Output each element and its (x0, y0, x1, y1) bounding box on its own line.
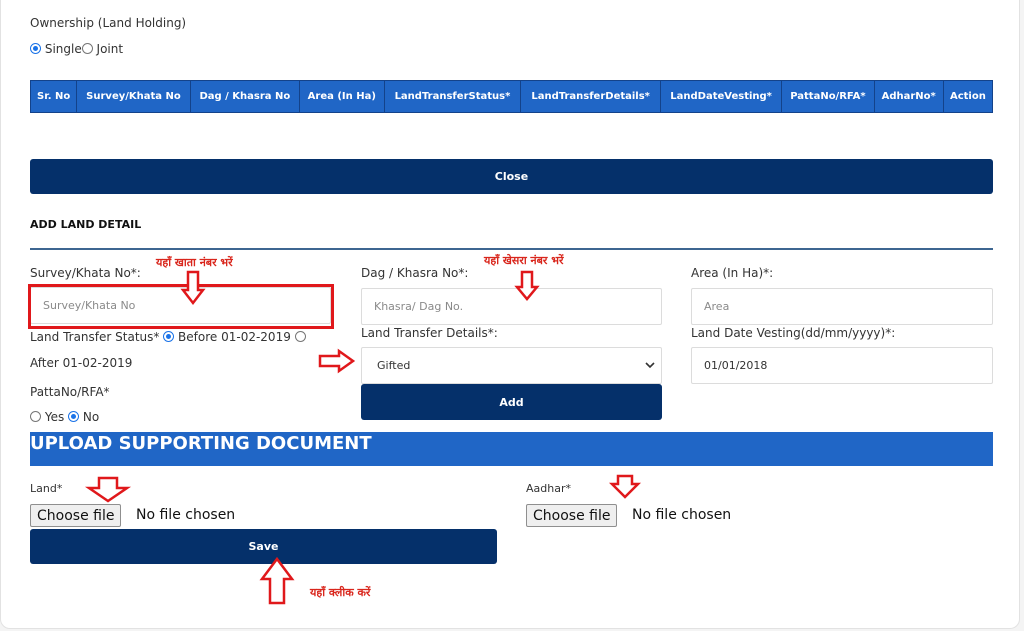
col-land-transfer-status: LandTransferStatus* (383, 80, 522, 113)
ownership-radio-group: Single Joint (30, 42, 123, 56)
right-arrow-icon (318, 348, 356, 374)
patta-yes-radio[interactable] (30, 411, 41, 422)
survey-khata-label: Survey/Khata No*: (30, 266, 141, 280)
up-arrow-icon (259, 556, 295, 605)
col-action: Action (942, 80, 994, 113)
ownership-joint-radio[interactable] (81, 43, 93, 54)
dag-khasra-label: Dag / Khasra No*: (361, 266, 469, 280)
land-date-vesting-label: Land Date Vesting(dd/mm/yyyy)*: (691, 326, 896, 340)
col-adhar-no: AdharNo* (873, 80, 944, 113)
transfer-before-label: Before 01-02-2019 (178, 330, 291, 344)
table-header-row: Sr. No Survey/Khata No Dag / Khasra No A… (29, 80, 994, 113)
survey-hint-annotation: यहाँ खाता नंबर भरें (156, 256, 233, 269)
land-file-status: No file chosen (136, 507, 236, 523)
add-button[interactable]: Add (361, 384, 662, 420)
aadhar-choose-file-button[interactable]: Choose file (526, 504, 618, 527)
dag-khasra-input[interactable] (361, 288, 662, 325)
land-transfer-status-label: Land Transfer Status* (30, 330, 160, 344)
area-input[interactable] (691, 288, 993, 325)
patta-radio-group: Yes No (30, 410, 99, 424)
ownership-single-radio[interactable] (30, 43, 41, 54)
col-patta-no: PattaNo/RFA* (781, 80, 875, 113)
land-transfer-status-group: Land Transfer Status* Before 01-02-2019 (30, 330, 306, 344)
section-divider (30, 248, 993, 250)
down-arrow-icon (84, 476, 132, 503)
aadhar-file-status: No file chosen (632, 507, 732, 523)
down-arrow-icon (608, 474, 642, 499)
col-survey-khata-no: Survey/Khata No (76, 80, 191, 113)
ownership-single-label: Single (44, 42, 82, 56)
ownership-joint-label: Joint (96, 42, 124, 56)
down-arrow-icon (514, 270, 540, 301)
land-transfer-details-value: Gifted (377, 359, 411, 372)
land-date-vesting-input[interactable] (691, 347, 993, 384)
upload-section-heading: UPLOAD SUPPORTING DOCUMENT (30, 432, 993, 466)
transfer-after-radio[interactable] (294, 331, 306, 342)
ownership-label: Ownership (Land Holding) (30, 16, 187, 30)
survey-highlight-box (28, 284, 334, 329)
chevron-down-icon (645, 362, 655, 369)
patta-no-label: No (82, 410, 100, 424)
land-transfer-details-label: Land Transfer Details*: (361, 326, 498, 340)
area-label: Area (In Ha)*: (691, 266, 774, 280)
patta-rfa-label: PattaNo/RFA* (30, 385, 110, 399)
add-land-detail-heading: ADD LAND DETAIL (30, 218, 142, 231)
land-choose-file-button[interactable]: Choose file (30, 504, 122, 527)
col-land-date-vesting: LandDateVesting* (659, 80, 783, 113)
down-arrow-icon (180, 270, 206, 306)
col-land-transfer-details: LandTransferDetails* (520, 80, 661, 113)
patta-no-radio[interactable] (68, 411, 80, 422)
transfer-before-radio[interactable] (163, 331, 175, 342)
land-holding-table: Sr. No Survey/Khata No Dag / Khasra No A… (29, 80, 994, 113)
khasra-hint-annotation: यहाँ खेसरा नंबर भरें (484, 254, 564, 267)
col-sr-no: Sr. No (29, 80, 78, 113)
patta-yes-label: Yes (44, 410, 65, 424)
land-file-label: Land* (30, 482, 63, 495)
col-dag-khasra-no: Dag / Khasra No (189, 80, 301, 113)
transfer-after-label: After 01-02-2019 (30, 356, 133, 370)
close-button[interactable]: Close (30, 159, 993, 194)
col-area: Area (In Ha) (299, 80, 385, 113)
save-hint-annotation: यहाँ क्लीक करें (310, 586, 371, 599)
land-transfer-details-select[interactable]: Gifted (361, 347, 662, 384)
aadhar-file-label: Aadhar* (526, 482, 571, 495)
